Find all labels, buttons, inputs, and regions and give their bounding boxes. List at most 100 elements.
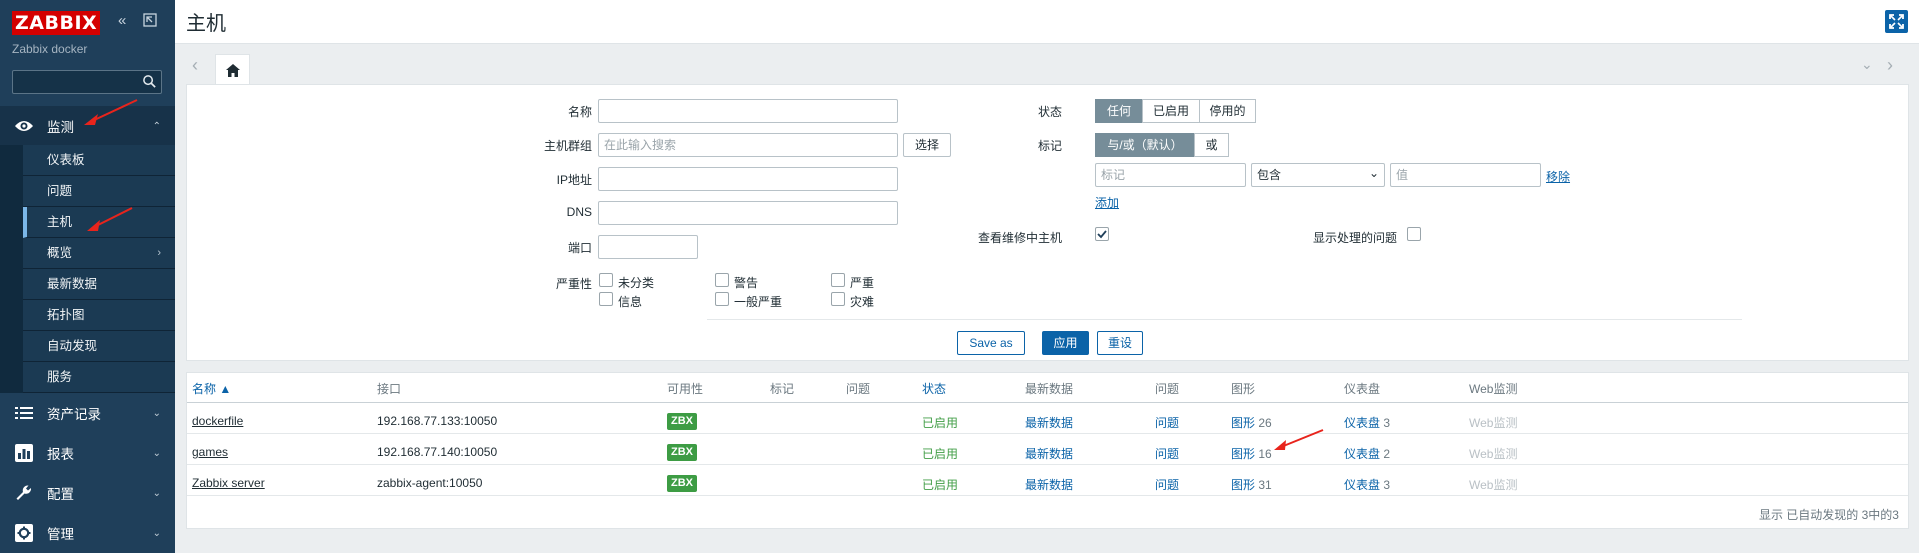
zabbix-logo[interactable]: ZABBIX (12, 10, 101, 35)
graphs-link[interactable]: 图形 26 (1231, 414, 1272, 431)
search-icon[interactable] (142, 74, 157, 89)
column-header-tags: 标记 (770, 382, 795, 396)
kiosk-mode-button[interactable] (1885, 10, 1908, 33)
tag-operator-and-or[interactable]: 与/或（默认） (1095, 133, 1195, 157)
dashboards-link-label: 仪表盘 (1344, 416, 1381, 430)
chevron-right-icon: › (157, 247, 161, 259)
menu-inventory[interactable]: 资产记录 ⌄ (0, 393, 175, 433)
tab-list-icon[interactable]: ⌄ (1861, 56, 1873, 72)
status-option-any[interactable]: 任何 (1095, 99, 1143, 123)
graphs-count: 31 (1258, 478, 1272, 492)
severity-checkbox-high[interactable] (831, 273, 845, 287)
submenu-item-latest-data[interactable]: 最新数据 (23, 269, 175, 300)
gear-icon (13, 522, 35, 544)
menu-configuration[interactable]: 配置 ⌄ (0, 473, 175, 513)
tag-condition-select[interactable]: 包含 ⌄ (1251, 163, 1385, 187)
tag-operator-or[interactable]: 或 (1194, 133, 1229, 157)
chevron-down-icon: ⌄ (152, 447, 161, 459)
annotation-arrow (84, 99, 138, 125)
tab-prev-icon[interactable]: ‹ (192, 56, 198, 74)
latest-data-link[interactable]: 最新数据 (1025, 445, 1073, 462)
severity-checkbox-disaster[interactable] (831, 292, 845, 306)
host-interface: 192.168.77.140:10050 (377, 445, 498, 459)
host-name-link[interactable]: dockerfile (192, 414, 243, 428)
tag-add-link[interactable]: 添加 (1095, 194, 1119, 211)
dns-label: DNS (566, 205, 592, 219)
submenu-item-dashboard[interactable]: 仪表板 (23, 145, 175, 176)
ip-label: IP地址 (556, 173, 592, 187)
menu-reports[interactable]: 报表 ⌄ (0, 433, 175, 473)
graphs-count: 26 (1258, 416, 1272, 430)
column-header-status[interactable]: 状态 (922, 380, 946, 397)
problems-link[interactable]: 问题 (1155, 445, 1179, 462)
tab-next-icon[interactable]: › (1887, 56, 1893, 74)
availability-badge[interactable]: ZBX (667, 413, 697, 430)
availability-badge[interactable]: ZBX (667, 444, 697, 461)
status-link[interactable]: 已启用 (922, 414, 958, 431)
port-input[interactable] (598, 235, 698, 259)
select-button[interactable]: 选择 (903, 133, 951, 157)
dns-input[interactable] (598, 201, 898, 225)
severity-checkbox-not-classified[interactable] (599, 273, 613, 287)
port-label: 端口 (567, 241, 592, 255)
column-header-interface: 接口 (377, 382, 402, 396)
dashboards-link[interactable]: 仪表盘 2 (1344, 445, 1390, 462)
severity-checkbox-warning[interactable] (715, 273, 729, 287)
host-name-link[interactable]: games (192, 445, 228, 459)
dashboards-link[interactable]: 仪表盘 3 (1344, 414, 1390, 431)
severity-label-disaster: 灾难 (850, 295, 875, 309)
hostgroup-input[interactable]: 在此输入搜索 (598, 133, 898, 157)
maintenance-checkbox[interactable] (1095, 227, 1109, 241)
tag-remove-link[interactable]: 移除 (1546, 168, 1570, 185)
submenu-item-overview[interactable]: 概览 › (23, 238, 175, 269)
tab-home[interactable] (215, 54, 250, 85)
status-option-enabled[interactable]: 已启用 (1142, 99, 1200, 123)
submenu-item-discovery[interactable]: 自动发现 (23, 331, 175, 362)
dashboards-link[interactable]: 仪表盘 3 (1344, 476, 1390, 493)
severity-checkbox-average[interactable] (715, 292, 729, 306)
submenu-item-problems[interactable]: 问题 (23, 176, 175, 207)
ip-input[interactable] (598, 167, 898, 191)
submenu-item-maps[interactable]: 拓扑图 (23, 300, 175, 331)
apply-button[interactable]: 应用 (1042, 331, 1089, 355)
logo[interactable]: ZABBIX (12, 10, 101, 35)
tag-value-input[interactable]: 值 (1390, 163, 1541, 187)
status-link[interactable]: 已启用 (922, 476, 958, 493)
bar-chart-icon (13, 442, 35, 464)
latest-data-link[interactable]: 最新数据 (1025, 476, 1073, 493)
name-input[interactable] (598, 99, 898, 123)
chevron-up-icon: ⌃ (152, 120, 161, 132)
column-header-dashboards: 仪表盘 (1344, 382, 1381, 396)
tag-name-input[interactable]: 标记 (1095, 163, 1246, 187)
collapse-sidebar-icon[interactable]: « (118, 12, 126, 30)
suppressed-checkbox[interactable] (1407, 227, 1421, 241)
status-label: 状态 (1037, 105, 1062, 119)
graphs-link[interactable]: 图形 16 (1231, 445, 1272, 462)
menu-administration[interactable]: 管理 ⌄ (0, 513, 175, 553)
sidebar-search-input[interactable] (12, 70, 162, 94)
submenu-item-services[interactable]: 服务 (23, 362, 175, 393)
severity-checkbox-information[interactable] (599, 292, 613, 306)
instance-name: Zabbix docker (12, 42, 88, 56)
chevron-down-icon: ⌄ (1368, 166, 1379, 180)
column-header-name[interactable]: 名称 ▲ (192, 380, 231, 397)
graphs-link-label: 图形 (1231, 447, 1256, 461)
menu-label: 报表 (47, 447, 74, 462)
maintenance-label: 查看维修中主机 (977, 231, 1062, 245)
status-link[interactable]: 已启用 (922, 445, 958, 462)
availability-badge[interactable]: ZBX (667, 475, 697, 492)
header-divider (187, 402, 1908, 403)
graphs-link[interactable]: 图形 31 (1231, 476, 1272, 493)
status-option-disabled[interactable]: 停用的 (1199, 99, 1256, 123)
graphs-link-label: 图形 (1231, 478, 1256, 492)
column-header-latest-data: 最新数据 (1025, 382, 1074, 396)
autohide-sidebar-icon[interactable] (143, 13, 157, 32)
latest-data-link[interactable]: 最新数据 (1025, 414, 1073, 431)
reset-button[interactable]: 重设 (1097, 331, 1143, 355)
problems-link[interactable]: 问题 (1155, 476, 1179, 493)
problems-link[interactable]: 问题 (1155, 414, 1179, 431)
hostgroup-placeholder: 在此输入搜索 (604, 138, 677, 152)
host-name-link[interactable]: Zabbix server (192, 476, 265, 490)
tag-value-placeholder: 值 (1396, 168, 1409, 182)
save-as-button[interactable]: Save as (957, 331, 1025, 355)
